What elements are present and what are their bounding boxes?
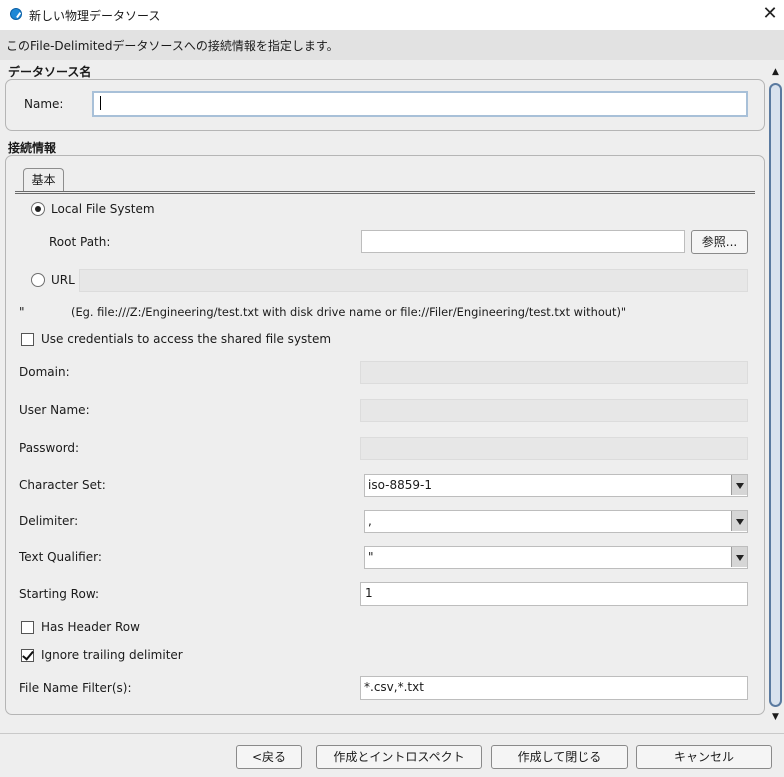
- delimiter-label: Delimiter:: [19, 514, 79, 528]
- ignore-trailing-checkbox[interactable]: [21, 649, 34, 662]
- tab-divider: [15, 191, 755, 194]
- starting-row-value: 1: [365, 586, 373, 600]
- root-path-input[interactable]: [361, 230, 685, 253]
- delimiter-value: ,: [368, 514, 372, 528]
- create-introspect-button[interactable]: 作成とイントロスペクト: [316, 745, 482, 769]
- delimiter-select[interactable]: ,: [364, 510, 748, 533]
- use-credentials-checkbox[interactable]: [21, 333, 34, 346]
- cancel-button[interactable]: キャンセル: [636, 745, 772, 769]
- create-close-button[interactable]: 作成して閉じる: [491, 745, 628, 769]
- password-input[interactable]: [360, 437, 748, 460]
- chevron-down-icon[interactable]: [731, 511, 747, 531]
- url-input[interactable]: [79, 269, 748, 292]
- file-filter-input[interactable]: *.csv,*.txt: [360, 676, 748, 700]
- has-header-checkbox[interactable]: [21, 621, 34, 634]
- name-input[interactable]: [92, 91, 748, 117]
- starting-row-label: Starting Row:: [19, 587, 100, 601]
- close-icon[interactable]: ✕: [760, 3, 780, 25]
- charset-label: Character Set:: [19, 478, 106, 492]
- text-qualifier-value: ": [368, 550, 374, 564]
- text-qualifier-label: Text Qualifier:: [19, 550, 102, 564]
- username-input[interactable]: [360, 399, 748, 422]
- name-label: Name:: [24, 97, 64, 111]
- file-filter-label: File Name Filter(s):: [19, 681, 132, 695]
- chevron-down-icon[interactable]: [731, 547, 747, 567]
- back-button[interactable]: <戻る: [236, 745, 302, 769]
- local-fs-radio[interactable]: [31, 202, 45, 216]
- app-icon: [10, 8, 22, 20]
- ignore-trailing-label: Ignore trailing delimiter: [41, 648, 183, 662]
- datasource-section-title: データソース名: [8, 65, 92, 79]
- domain-input[interactable]: [360, 361, 748, 384]
- domain-label: Domain:: [19, 365, 70, 379]
- has-header-label: Has Header Row: [41, 620, 140, 634]
- window-title: 新しい物理データソース: [29, 9, 161, 23]
- scroll-down-icon[interactable]: ▼: [768, 711, 783, 724]
- file-filter-value: *.csv,*.txt: [364, 680, 424, 694]
- starting-row-input[interactable]: 1: [360, 582, 748, 606]
- chevron-down-icon[interactable]: [731, 475, 747, 495]
- use-credentials-label: Use credentials to access the shared fil…: [41, 332, 332, 346]
- url-hint-text: (Eg. file:///Z:/Engineering/test.txt wit…: [71, 305, 627, 319]
- text-caret: [100, 96, 101, 110]
- browse-button[interactable]: 参照...: [691, 230, 748, 254]
- password-label: Password:: [19, 441, 80, 455]
- info-text: このFile-Delimitedデータソースへの接続情報を指定します。: [6, 39, 339, 53]
- charset-value: iso-8859-1: [368, 478, 432, 492]
- charset-select[interactable]: iso-8859-1: [364, 474, 748, 497]
- footer-divider: [0, 733, 784, 734]
- connection-section-title: 接続情報: [8, 141, 57, 155]
- root-path-label: Root Path:: [49, 235, 111, 249]
- url-radio[interactable]: [31, 273, 45, 287]
- url-label: URL: [51, 273, 75, 287]
- hint-quote: ": [19, 305, 25, 319]
- tab-basic[interactable]: 基本: [23, 168, 64, 192]
- scroll-up-icon[interactable]: ▲: [768, 66, 783, 79]
- username-label: User Name:: [19, 403, 90, 417]
- scrollbar-thumb[interactable]: [769, 83, 782, 707]
- text-qualifier-select[interactable]: ": [364, 546, 748, 569]
- local-fs-label: Local File System: [51, 202, 155, 216]
